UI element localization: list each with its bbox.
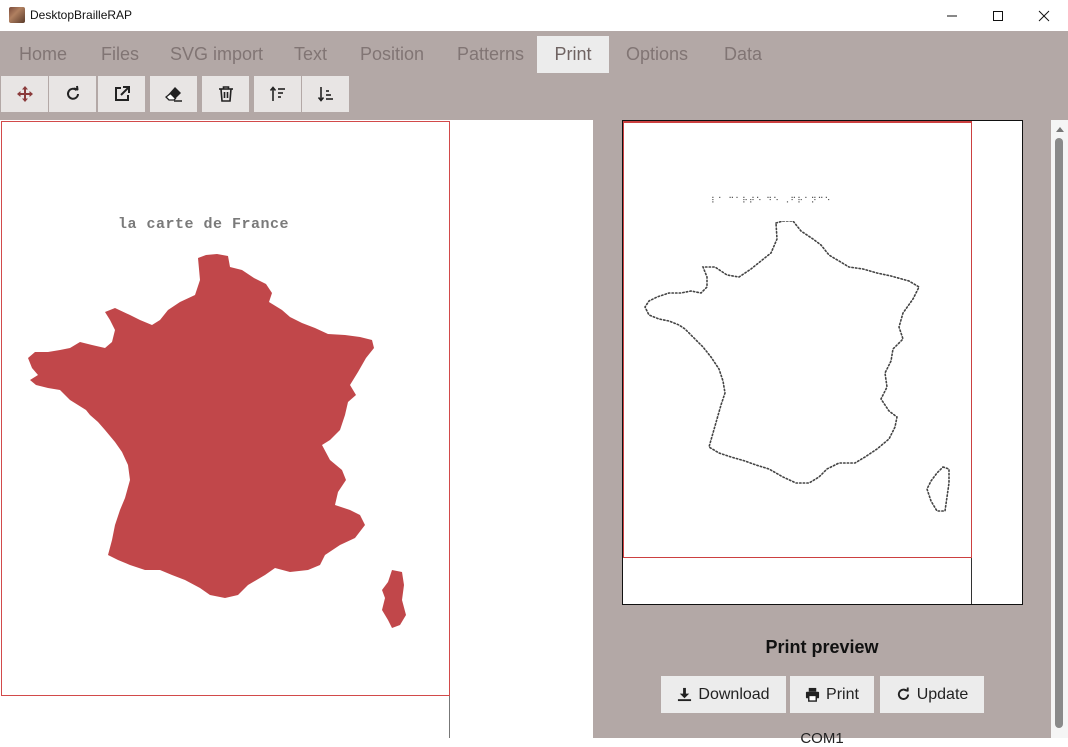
tab-bar: Home Files SVG import Text Position Patt…	[0, 31, 1068, 74]
erase-button[interactable]	[150, 76, 197, 112]
move-button[interactable]	[1, 76, 48, 112]
title-bar: DesktopBrailleRAP	[0, 0, 1068, 31]
canvas-title-text[interactable]: la carte de France	[118, 216, 289, 233]
close-icon	[1038, 10, 1050, 21]
sort-descending-button[interactable]	[302, 76, 349, 112]
tab-text[interactable]: Text	[278, 36, 343, 73]
printer-icon	[805, 687, 820, 702]
minimize-icon	[947, 15, 957, 16]
scrollbar-thumb[interactable]	[1055, 138, 1063, 728]
preview-dotted-map	[644, 221, 950, 512]
download-button[interactable]: Download	[661, 676, 786, 713]
tab-files[interactable]: Files	[85, 36, 155, 73]
preview-braille-text: ⠇⠁ ⠉⠁⠗⠞⠑ ⠙⠑ ⠠⠋⠗⠁⠝⠉⠑	[711, 196, 832, 205]
tab-patterns[interactable]: Patterns	[441, 36, 540, 73]
eraser-icon	[164, 87, 182, 102]
france-map-shape[interactable]	[20, 250, 420, 635]
close-button[interactable]	[1021, 0, 1067, 31]
window-title: DesktopBrailleRAP	[30, 8, 133, 22]
design-canvas[interactable]: la carte de France	[0, 120, 593, 738]
minimize-button[interactable]	[929, 0, 975, 31]
update-label: Update	[916, 685, 969, 703]
chevron-up-icon	[1055, 126, 1064, 132]
tab-data[interactable]: Data	[708, 36, 778, 73]
scroll-up-button[interactable]	[1051, 120, 1068, 137]
refresh-icon	[897, 687, 909, 700]
sort-ascending-icon	[269, 86, 285, 101]
app-logo-icon	[9, 7, 25, 23]
tab-svg-import[interactable]: SVG import	[154, 36, 279, 73]
preview-panel: ⠇⠁ ⠉⠁⠗⠞⠑ ⠙⠑ ⠠⠋⠗⠁⠝⠉⠑ Print preview Downlo…	[593, 120, 1051, 747]
preview-page: ⠇⠁ ⠉⠁⠗⠞⠑ ⠙⠑ ⠠⠋⠗⠁⠝⠉⠑	[623, 121, 972, 604]
download-label: Download	[698, 685, 770, 703]
preview-frame: ⠇⠁ ⠉⠁⠗⠞⠑ ⠙⠑ ⠠⠋⠗⠁⠝⠉⠑	[622, 120, 1023, 605]
trash-icon	[218, 86, 233, 102]
open-external-button[interactable]	[98, 76, 145, 112]
delete-button[interactable]	[202, 76, 249, 112]
sort-ascending-button[interactable]	[254, 76, 301, 112]
print-button[interactable]: Print	[790, 676, 874, 713]
update-button[interactable]: Update	[880, 676, 984, 713]
port-select[interactable]: COM1	[593, 730, 1051, 747]
preview-label: Print preview	[765, 637, 879, 657]
move-icon	[16, 86, 33, 102]
maximize-button[interactable]	[975, 0, 1021, 31]
page-edge	[449, 696, 450, 738]
external-link-icon	[114, 86, 130, 101]
toolbar	[0, 74, 1068, 120]
tab-position[interactable]: Position	[344, 36, 440, 73]
rotate-button[interactable]	[49, 76, 96, 112]
print-label: Print	[826, 685, 859, 703]
tab-print[interactable]: Print	[537, 36, 609, 73]
download-icon	[678, 687, 692, 702]
sort-descending-icon	[317, 87, 333, 102]
tab-options[interactable]: Options	[610, 36, 704, 73]
maximize-icon	[993, 10, 1003, 21]
rotate-icon	[66, 85, 79, 100]
tab-home[interactable]: Home	[3, 36, 83, 73]
